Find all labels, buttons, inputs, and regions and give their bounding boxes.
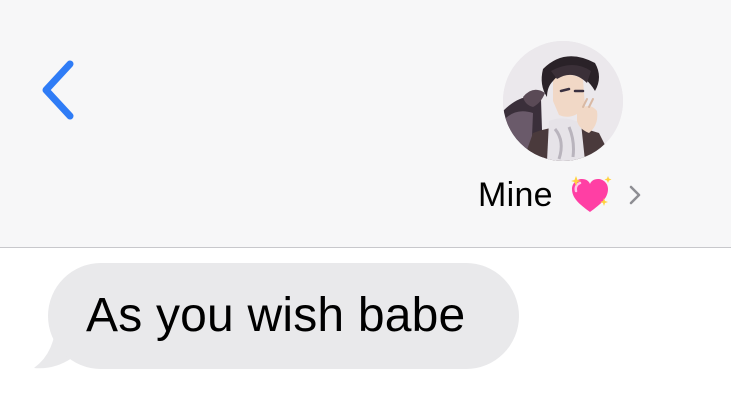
conversation-header: Mine xyxy=(0,0,731,247)
chevron-right-icon xyxy=(625,181,645,209)
imessage-screen: Mine As you wish babe xyxy=(0,0,731,416)
chevron-left-icon xyxy=(42,60,74,120)
message-text: As you wish babe xyxy=(86,289,466,342)
sparkling-heart-icon xyxy=(567,172,613,218)
contact-name-row[interactable]: Mine xyxy=(478,170,645,220)
contact-avatar[interactable] xyxy=(503,41,623,161)
header-divider xyxy=(0,247,731,248)
contact-info-button[interactable]: Mine xyxy=(470,38,670,228)
avatar-image xyxy=(503,41,623,161)
back-button[interactable] xyxy=(30,50,86,130)
contact-name: Mine xyxy=(478,175,553,214)
